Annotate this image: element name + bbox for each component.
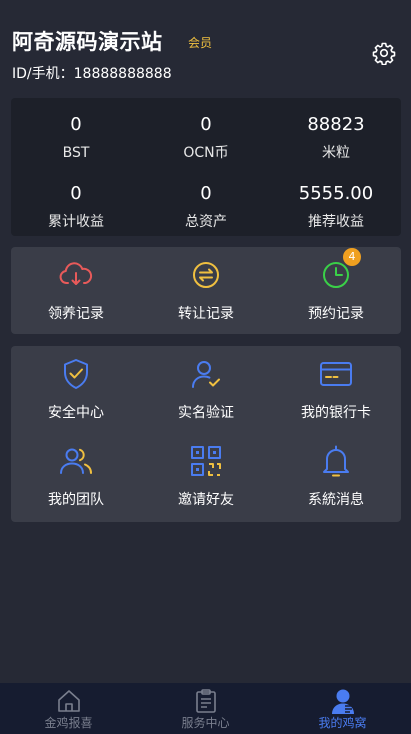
stat-referral-earnings: 5555.00 推荐收益 <box>271 183 401 231</box>
stat-label: OCN币 <box>183 145 229 161</box>
stat-total-earnings: 0 累计收益 <box>11 183 141 231</box>
stat-label: 推荐收益 <box>308 214 364 230</box>
item-label: 预约记录 <box>308 306 364 322</box>
stat-value: 88823 <box>307 114 365 135</box>
stat-value: 0 <box>200 183 212 204</box>
bank-card-icon <box>320 362 352 386</box>
stat-value: 5555.00 <box>298 183 374 204</box>
stat-label: 总资产 <box>185 214 227 230</box>
system-messages-button[interactable]: 系統消息 <box>271 443 401 509</box>
member-badge: 会员 <box>188 36 213 50</box>
user-icon <box>331 689 354 714</box>
stat-value: 0 <box>70 114 82 135</box>
item-label: 我的银行卡 <box>301 405 371 421</box>
tab-my-coop[interactable]: 我的鸡窝 <box>274 683 411 734</box>
qr-code-icon <box>191 446 221 476</box>
item-label: 安全中心 <box>48 405 104 421</box>
clock-icon-wrapper: 4 <box>318 248 361 293</box>
services-panel: 安全中心 实名验证 我的银行卡 我的团队 邀请好友 系統消息 <box>11 346 401 522</box>
stat-ocn: 0 OCN币 <box>141 114 271 162</box>
item-label: 邀请好友 <box>178 492 234 508</box>
clipboard-icon <box>195 689 216 713</box>
bell-icon <box>323 445 349 477</box>
item-label: 转让记录 <box>178 306 234 322</box>
stat-bst: 0 BST <box>11 114 141 162</box>
tab-golden-rooster[interactable]: 金鸡报喜 <box>0 683 137 734</box>
item-label: 领养记录 <box>48 306 104 322</box>
stat-rice: 88823 米粒 <box>271 114 401 162</box>
identity-verification-button[interactable]: 实名验证 <box>141 356 271 422</box>
notification-badge: 4 <box>343 248 361 266</box>
user-verify-icon <box>192 361 220 388</box>
records-panel: 领养记录 转让记录 4 预约记录 <box>11 247 401 334</box>
tab-label: 我的鸡窝 <box>318 716 367 730</box>
page-title: 阿奇源码演示站 <box>12 30 163 54</box>
home-icon <box>57 690 80 712</box>
stat-label: 米粒 <box>322 145 350 161</box>
tab-service-center[interactable]: 服务中心 <box>137 683 274 734</box>
bank-card-button[interactable]: 我的银行卡 <box>271 356 401 422</box>
stat-total-assets: 0 总资产 <box>141 183 271 231</box>
stat-label: 累计收益 <box>48 214 104 230</box>
cloud-download-icon <box>59 262 93 285</box>
shield-check-icon <box>64 359 88 389</box>
stat-value: 0 <box>200 114 212 135</box>
stat-value: 0 <box>70 183 82 204</box>
booking-records-button[interactable]: 4 预约记录 <box>271 248 401 323</box>
profile-header: 阿奇源码演示站 会员 ID/手机：18888888888 <box>0 0 411 98</box>
stats-panel: 0 BST 0 OCN币 88823 米粒 0 累计收益 0 总资产 5555.… <box>11 98 401 236</box>
stat-label: BST <box>62 145 90 161</box>
adoption-records-button[interactable]: 领养记录 <box>11 257 141 323</box>
team-icon <box>60 448 92 474</box>
tab-label: 金鸡报喜 <box>44 716 93 730</box>
my-team-button[interactable]: 我的团队 <box>11 443 141 509</box>
tab-label: 服务中心 <box>181 716 230 730</box>
item-label: 我的团队 <box>48 492 104 508</box>
transfer-icon <box>193 262 219 288</box>
security-center-button[interactable]: 安全中心 <box>11 356 141 422</box>
gear-icon[interactable] <box>372 41 396 65</box>
invite-friends-button[interactable]: 邀请好友 <box>141 443 271 509</box>
item-label: 实名验证 <box>178 405 234 421</box>
item-label: 系統消息 <box>308 492 364 508</box>
user-id: ID/手机：18888888888 <box>12 66 172 82</box>
transfer-records-button[interactable]: 转让记录 <box>141 257 271 323</box>
bottom-tab-bar: 金鸡报喜 服务中心 我的鸡窝 <box>0 683 411 734</box>
